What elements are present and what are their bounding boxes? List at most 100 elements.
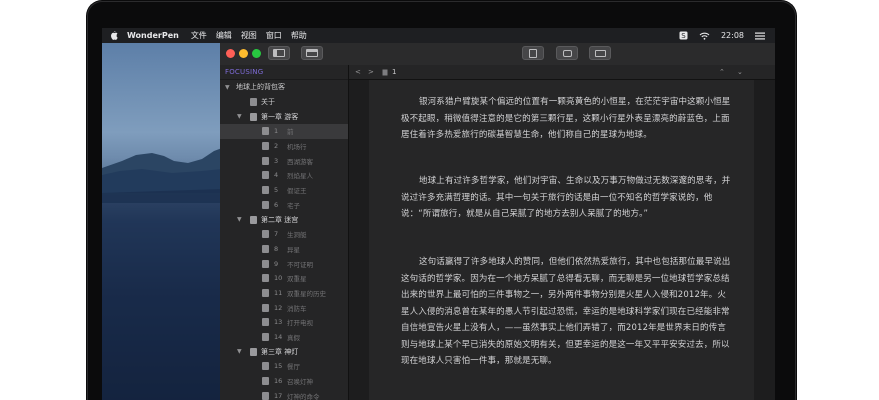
breadcrumb-title[interactable]: 1 xyxy=(392,68,396,76)
preview-button[interactable] xyxy=(589,46,611,60)
focus-mode-button[interactable] xyxy=(522,46,544,60)
folder-icon xyxy=(250,215,257,224)
sidebar-item[interactable]: 6 宅子 xyxy=(220,198,348,213)
sidebar-item-label: 机场行 xyxy=(287,143,307,152)
app-window: FOCUSING ▼ 地球上的背包客 关于 ▼ 第一章 游客 1 前 2 机场行 3 西湖游客 4 烈焰… xyxy=(220,43,775,400)
sidebar-project[interactable]: ▼ 地球上的背包客 xyxy=(220,80,348,95)
sidebar: FOCUSING ▼ 地球上的背包客 关于 ▼ 第一章 游客 1 前 2 机场行 3 西湖游客 4 烈焰… xyxy=(220,65,349,400)
sidebar-item[interactable]: 12 消防车 xyxy=(220,300,348,315)
sidebar-item-label: 真假 xyxy=(287,334,300,343)
sidebar-item-label: 不可证明 xyxy=(287,260,313,269)
document-icon xyxy=(262,333,269,342)
zoom-button[interactable] xyxy=(252,49,261,58)
document-icon xyxy=(262,288,269,297)
paragraph-3[interactable]: 这句话赢得了许多地球人的赞同，但他们依然热爱旅行，其中也包括那位最早说出这句话的… xyxy=(401,254,733,370)
paragraph-2[interactable]: 地球上有过许多哲学家，他们对宇宙、生命以及万事万物做过无数深邃的思考，并说过许多… xyxy=(401,173,733,223)
sidebar-item-label: 第一章 游客 xyxy=(261,112,299,121)
document-icon xyxy=(262,303,269,312)
sidebar-item[interactable]: 7 生洞艇 xyxy=(220,227,348,242)
prev-match-icon[interactable]: ⌃ xyxy=(719,68,725,76)
sidebar-item[interactable]: 17 灯神的命令 xyxy=(220,388,348,400)
stats-button[interactable] xyxy=(556,46,578,60)
apple-icon[interactable] xyxy=(110,31,119,40)
sidebar-item-number: 6 xyxy=(274,200,279,209)
paragraph-1[interactable]: 银河系猎户臂旋某个偏远的位置有一颗亮黄色的小恒星，在茫茫宇宙中这颗小恒星极不起眼… xyxy=(401,94,733,144)
sidebar-item-label: 灯神的命令 xyxy=(287,392,320,400)
sidebar-item-label: 双重星的历史 xyxy=(287,289,326,298)
sidebar-item[interactable]: 13 打开电视 xyxy=(220,315,348,330)
clock[interactable]: 22:08 xyxy=(721,31,744,40)
menu-edit[interactable]: 编辑 xyxy=(216,30,232,41)
sidebar-item-label: 地球上的背包客 xyxy=(236,83,285,92)
sidebar-item-number: 12 xyxy=(274,303,283,312)
desktop-wallpaper xyxy=(102,43,222,400)
sidebar-item-number: 11 xyxy=(274,288,283,297)
forward-arrow-icon[interactable]: > xyxy=(368,68,374,76)
document-icon xyxy=(262,127,269,136)
sidebar-item[interactable]: 16 召唤灯神 xyxy=(220,374,348,389)
menu-view[interactable]: 视图 xyxy=(241,30,257,41)
app-menu[interactable]: WonderPen xyxy=(127,31,179,40)
close-button[interactable] xyxy=(226,49,235,58)
sidebar-item[interactable]: 2 机场行 xyxy=(220,139,348,154)
sidebar-item-number: 5 xyxy=(274,186,279,195)
sidebar-item-number: 14 xyxy=(274,333,283,342)
document-tree: ▼ 地球上的背包客 关于 ▼ 第一章 游客 1 前 2 机场行 3 西湖游客 4 烈焰星人 5 假证王 6 宅子… xyxy=(220,80,348,400)
sidebar-item-label: 生洞艇 xyxy=(287,231,307,240)
sidebar-item[interactable]: 15 餐厅 xyxy=(220,359,348,374)
sidebar-item-label: 西湖游客 xyxy=(287,157,313,166)
document-icon xyxy=(262,259,269,268)
toggle-sidebar-button[interactable] xyxy=(268,46,290,60)
doc-icon xyxy=(382,69,388,78)
minimize-button[interactable] xyxy=(239,49,248,58)
document-icon xyxy=(262,186,269,195)
sidebar-item-label: 双重星 xyxy=(287,275,307,284)
sidebar-chapter[interactable]: ▼ 第三章 神灯 xyxy=(220,344,348,359)
next-match-icon[interactable]: ⌄ xyxy=(737,68,743,76)
menu-file[interactable]: 文件 xyxy=(191,30,207,41)
sidebar-item[interactable]: 14 真假 xyxy=(220,330,348,345)
s-badge-icon[interactable]: S xyxy=(679,31,688,40)
sidebar-item-number: 4 xyxy=(274,171,279,180)
sidebar-item-number: 1 xyxy=(274,127,279,136)
sidebar-item[interactable]: 1前 xyxy=(220,124,348,139)
target-icon xyxy=(562,49,572,57)
sidebar-item-number: 15 xyxy=(274,362,283,371)
menu-list-icon[interactable] xyxy=(755,32,765,40)
sidebar-item-label: 餐厅 xyxy=(287,363,300,372)
sidebar-item-label: 宅子 xyxy=(287,201,300,210)
back-arrow-icon[interactable]: < xyxy=(355,68,361,76)
toggle-outline-button[interactable] xyxy=(301,46,323,60)
document-icon xyxy=(262,377,269,386)
disclosure-triangle-icon: ▼ xyxy=(237,348,242,356)
sidebar-item-label: 烈焰星人 xyxy=(287,172,313,181)
document-icon xyxy=(262,230,269,239)
document-icon xyxy=(262,362,269,371)
document-icon xyxy=(262,244,269,253)
sidebar-chapter[interactable]: ▼ 第一章 游客 xyxy=(220,109,348,124)
sidebar-item[interactable]: 11 双重星的历史 xyxy=(220,286,348,301)
wifi-icon[interactable] xyxy=(699,32,710,40)
sidebar-chapter[interactable]: ▼ 第二章 迷宫 xyxy=(220,212,348,227)
sidebar-item-number: 17 xyxy=(274,391,283,400)
disclosure-triangle-icon: ▼ xyxy=(237,113,242,121)
document-icon xyxy=(250,98,257,107)
menu-bar: WonderPen 文件 编辑 视图 窗口 帮助 S 22:08 xyxy=(102,28,775,43)
sidebar-item-number: 7 xyxy=(274,230,279,239)
sidebar-item[interactable]: 9 不可证明 xyxy=(220,256,348,271)
sidebar-item-label: 打开电视 xyxy=(287,319,313,328)
sidebar-item-label: 第二章 迷宫 xyxy=(261,215,299,224)
document-icon xyxy=(262,318,269,327)
document-icon xyxy=(262,274,269,283)
sidebar-item[interactable]: 8 异星 xyxy=(220,242,348,257)
sidebar-item[interactable]: 5 假证王 xyxy=(220,183,348,198)
sidebar-item[interactable]: 关于 xyxy=(220,95,348,110)
sidebar-item-label: 前 xyxy=(287,128,294,137)
menu-help[interactable]: 帮助 xyxy=(291,30,307,41)
panel-icon xyxy=(306,49,318,57)
sidebar-item[interactable]: 10 双重星 xyxy=(220,271,348,286)
menu-window[interactable]: 窗口 xyxy=(266,30,282,41)
document-page[interactable]: 银河系猎户臂旋某个偏远的位置有一颗亮黄色的小恒星，在茫茫宇宙中这颗小恒星极不起眼… xyxy=(369,80,754,400)
sidebar-item[interactable]: 3 西湖游客 xyxy=(220,153,348,168)
sidebar-item[interactable]: 4 烈焰星人 xyxy=(220,168,348,183)
